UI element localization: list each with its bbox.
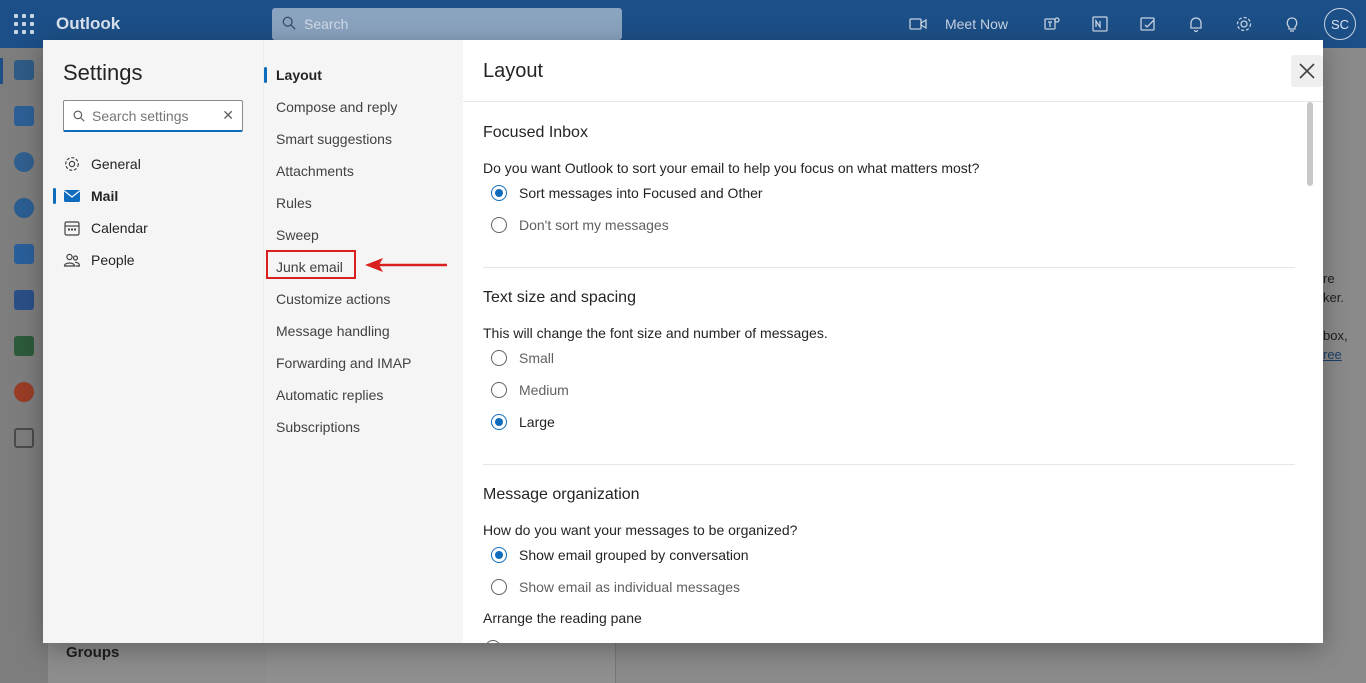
radio-label: Don't sort my messages bbox=[519, 217, 669, 233]
word-app-icon[interactable] bbox=[14, 290, 34, 310]
close-icon bbox=[1299, 63, 1315, 79]
annotation-arrow-icon bbox=[365, 258, 447, 272]
category-label: People bbox=[91, 252, 135, 268]
excel-app-icon[interactable] bbox=[14, 336, 34, 356]
settings-search-box[interactable]: ✕ bbox=[63, 100, 243, 132]
people-icon bbox=[63, 253, 81, 267]
radio-label: Small bbox=[519, 350, 555, 366]
mail-nav-automatic-replies[interactable]: Automatic replies bbox=[264, 379, 464, 411]
close-button[interactable] bbox=[1291, 55, 1323, 87]
mail-settings-nav: Layout Compose and reply Smart suggestio… bbox=[263, 40, 463, 643]
category-people[interactable]: People bbox=[43, 244, 263, 276]
powerpoint-app-icon[interactable] bbox=[14, 382, 34, 402]
section-heading: Message organization bbox=[483, 486, 640, 503]
pane-title: Layout bbox=[483, 60, 544, 82]
radio-grouped-by-conversation[interactable]: Show email grouped by conversation bbox=[491, 547, 749, 563]
mail-nav-customize-actions[interactable]: Customize actions bbox=[264, 283, 464, 315]
section-heading: Focused Inbox bbox=[483, 124, 588, 141]
meet-now-button[interactable]: Meet Now bbox=[909, 16, 1008, 32]
people-app-icon[interactable] bbox=[14, 152, 34, 172]
section-question: How do you want your messages to be orga… bbox=[483, 522, 798, 538]
section-question: Do you want Outlook to sort your email t… bbox=[483, 160, 980, 176]
mail-nav-smart-suggestions[interactable]: Smart suggestions bbox=[264, 123, 464, 155]
mail-app-icon[interactable] bbox=[14, 60, 34, 80]
radio-button[interactable] bbox=[491, 579, 507, 595]
mail-nav-layout[interactable]: Layout bbox=[264, 59, 464, 91]
category-mail[interactable]: Mail bbox=[43, 180, 263, 212]
groups-label[interactable]: Groups bbox=[66, 644, 119, 661]
highlight-box bbox=[266, 250, 356, 279]
layout-settings-pane: Layout Focused Inbox Do you want Outlook… bbox=[463, 40, 1323, 643]
mail-nav-attachments[interactable]: Attachments bbox=[264, 155, 464, 187]
section-question: This will change the font size and numbe… bbox=[483, 325, 828, 341]
radio-small[interactable]: Small bbox=[491, 350, 554, 366]
app-launcher-icon[interactable] bbox=[14, 14, 34, 34]
clear-search-icon[interactable]: ✕ bbox=[222, 107, 234, 124]
rail-selection-indicator bbox=[0, 58, 3, 84]
category-label: Mail bbox=[91, 188, 119, 204]
search-box[interactable]: Search bbox=[272, 8, 622, 40]
settings-search-input[interactable] bbox=[92, 106, 212, 126]
radio-medium[interactable]: Medium bbox=[491, 382, 569, 398]
search-icon bbox=[282, 16, 296, 30]
radio-button[interactable] bbox=[491, 547, 507, 563]
radio-button[interactable] bbox=[485, 640, 501, 643]
groups-app-icon[interactable] bbox=[14, 198, 34, 218]
mail-nav-compose-and-reply[interactable]: Compose and reply bbox=[264, 91, 464, 123]
mail-nav-sweep[interactable]: Sweep bbox=[264, 219, 464, 251]
mail-nav-subscriptions[interactable]: Subscriptions bbox=[264, 411, 464, 443]
section-heading: Text size and spacing bbox=[483, 289, 636, 306]
radio-dont-sort[interactable]: Don't sort my messages bbox=[491, 217, 669, 233]
mail-icon bbox=[64, 190, 80, 202]
background-text-fragment: ker. bbox=[1323, 290, 1344, 305]
section-divider bbox=[483, 267, 1295, 268]
radio-button[interactable] bbox=[491, 414, 507, 430]
mail-nav-rules[interactable]: Rules bbox=[264, 187, 464, 219]
radio-sort-focused-other[interactable]: Sort messages into Focused and Other bbox=[491, 185, 763, 201]
search-placeholder: Search bbox=[304, 16, 349, 32]
radio-button[interactable] bbox=[491, 185, 507, 201]
background-text-fragment: re bbox=[1323, 271, 1335, 286]
mail-nav-message-handling[interactable]: Message handling bbox=[264, 315, 464, 347]
reading-pane-label: Arrange the reading pane bbox=[483, 610, 642, 626]
radio-label: Show email grouped by conversation bbox=[519, 547, 749, 563]
category-general[interactable]: General bbox=[43, 148, 263, 180]
settings-dialog: Settings ✕ General Mail Calendar People bbox=[43, 40, 1323, 643]
meet-now-label: Meet Now bbox=[944, 16, 1008, 32]
settings-category-list: General Mail Calendar People bbox=[43, 148, 263, 276]
scrollbar-thumb[interactable] bbox=[1307, 102, 1313, 186]
gear-icon bbox=[65, 157, 79, 171]
settings-title: Settings bbox=[63, 60, 143, 85]
category-label: General bbox=[91, 156, 141, 172]
radio-button[interactable] bbox=[491, 217, 507, 233]
radio-label: Sort messages into Focused and Other bbox=[519, 185, 763, 201]
video-camera-icon bbox=[909, 18, 927, 30]
radio-label: Show email as individual messages bbox=[519, 579, 740, 595]
category-calendar[interactable]: Calendar bbox=[43, 212, 263, 244]
todo-app-icon[interactable] bbox=[14, 244, 34, 264]
radio-label: Large bbox=[519, 414, 555, 430]
app-rail bbox=[0, 48, 48, 683]
calendar-icon bbox=[64, 221, 80, 236]
settings-scroll-area[interactable]: Focused Inbox Do you want Outlook to sor… bbox=[463, 102, 1323, 643]
category-label: Calendar bbox=[91, 220, 148, 236]
background-text-fragment: box, bbox=[1323, 328, 1348, 343]
app-title: Outlook bbox=[56, 14, 121, 33]
mail-nav-forwarding-and-imap[interactable]: Forwarding and IMAP bbox=[264, 347, 464, 379]
radio-button[interactable] bbox=[491, 382, 507, 398]
radio-individual-messages[interactable]: Show email as individual messages bbox=[491, 579, 740, 595]
background-link-fragment: ree bbox=[1323, 347, 1342, 362]
calendar-app-icon[interactable] bbox=[14, 106, 34, 126]
account-avatar[interactable]: SC bbox=[1324, 8, 1356, 40]
radio-large[interactable]: Large bbox=[491, 414, 555, 430]
search-icon bbox=[73, 110, 85, 122]
settings-category-pane: Settings ✕ General Mail Calendar People bbox=[43, 40, 263, 643]
radio-button[interactable] bbox=[491, 350, 507, 366]
radio-label: Medium bbox=[519, 382, 569, 398]
section-divider bbox=[483, 464, 1295, 465]
more-apps-icon[interactable] bbox=[14, 428, 34, 448]
radio-reading-pane-partial[interactable] bbox=[485, 640, 513, 643]
